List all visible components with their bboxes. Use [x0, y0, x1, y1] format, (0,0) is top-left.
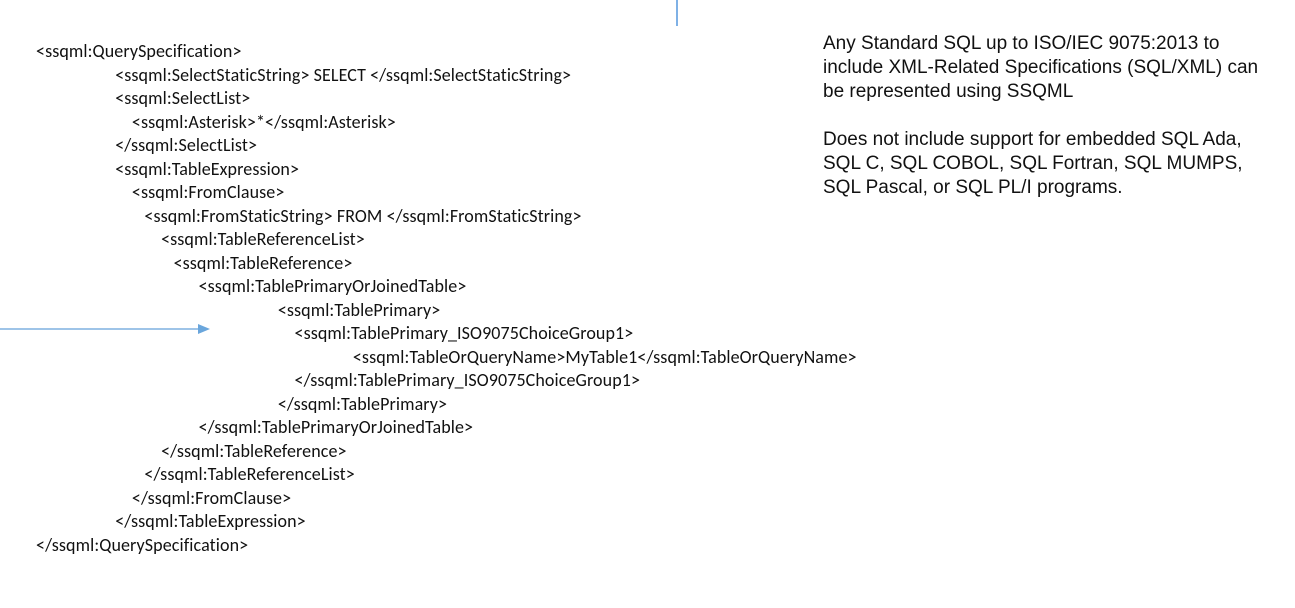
- code-line: </ssqml:SelectList>: [36, 134, 257, 156]
- code-line: </ssqml:TableExpression>: [36, 510, 306, 532]
- code-line: </ssqml:TablePrimary_ISO9075ChoiceGroup1…: [36, 369, 640, 391]
- paragraph: Any Standard SQL up to ISO/IEC 9075:2013…: [823, 32, 1263, 104]
- description-text: Any Standard SQL up to ISO/IEC 9075:2013…: [823, 32, 1263, 224]
- code-line: <ssqml:SelectStaticString> SELECT </ssqm…: [36, 64, 571, 86]
- arrow-head-icon: [198, 324, 210, 334]
- code-line: <ssqml:TableOrQueryName>MyTable1</ssqml:…: [36, 346, 857, 368]
- code-line: <ssqml:FromStaticString> FROM </ssqml:Fr…: [36, 205, 582, 227]
- code-line: <ssqml:TableReferenceList>: [36, 228, 365, 250]
- pointer-arrow: [0, 328, 214, 330]
- code-line: </ssqml:TablePrimary>: [36, 393, 447, 415]
- code-line: </ssqml:FromClause>: [36, 487, 291, 509]
- paragraph: Does not include support for embedded SQ…: [823, 128, 1263, 200]
- code-line: </ssqml:QuerySpecification>: [36, 534, 248, 556]
- code-line: </ssqml:TableReference>: [36, 440, 347, 462]
- code-line: </ssqml:TableReferenceList>: [36, 463, 355, 485]
- code-line: <ssqml:FromClause>: [36, 181, 284, 203]
- code-line: <ssqml:Asterisk>*</ssqml:Asterisk>: [36, 111, 396, 133]
- code-line: <ssqml:TablePrimary_ISO9075ChoiceGroup1>: [36, 322, 633, 344]
- code-line: <ssqml:TablePrimary>: [36, 299, 440, 321]
- ssqml-code-block: <ssqml:QuerySpecification> <ssqml:Select…: [36, 40, 857, 557]
- code-line: <ssqml:QuerySpecification>: [36, 40, 242, 62]
- code-line: <ssqml:SelectList>: [36, 87, 250, 109]
- arrow-line-icon: [0, 328, 204, 330]
- code-line: <ssqml:TablePrimaryOrJoinedTable>: [36, 275, 466, 297]
- top-divider: [676, 0, 678, 26]
- code-line: <ssqml:TableReference>: [36, 252, 352, 274]
- code-line: <ssqml:TableExpression>: [36, 158, 299, 180]
- code-line: </ssqml:TablePrimaryOrJoinedTable>: [36, 416, 473, 438]
